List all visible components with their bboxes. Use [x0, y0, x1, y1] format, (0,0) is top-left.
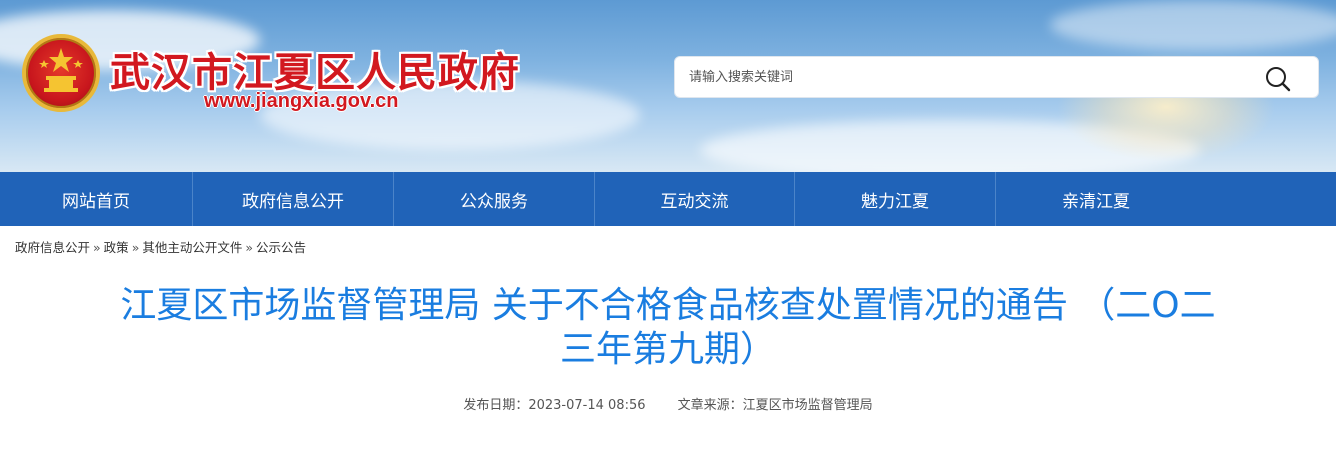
main-nav: 网站首页 政府信息公开 公众服务 互动交流 魅力江夏 亲清江夏	[0, 172, 1336, 226]
search-box	[674, 56, 1319, 98]
nav-item-gov-info[interactable]: 政府信息公开	[193, 172, 394, 226]
nav-item-interaction[interactable]: 互动交流	[595, 172, 795, 226]
breadcrumb-item-announcements[interactable]: 公示公告	[256, 240, 306, 255]
breadcrumb-separator: »	[131, 240, 140, 255]
nav-item-public-service[interactable]: 公众服务	[394, 172, 595, 226]
article-source: 文章来源：江夏区市场监督管理局	[677, 398, 873, 413]
nav-item-home[interactable]: 网站首页	[0, 172, 193, 226]
article-meta: 发布日期：2023-07-14 08:56 文章来源：江夏区市场监督管理局	[0, 394, 1336, 413]
search-input[interactable]	[689, 57, 1249, 97]
nav-item-qinqing-jiangxia[interactable]: 亲清江夏	[996, 172, 1196, 226]
nav-item-charm-jiangxia[interactable]: 魅力江夏	[795, 172, 996, 226]
national-emblem-icon	[22, 34, 100, 112]
publish-date: 发布日期：2023-07-14 08:56	[463, 398, 646, 413]
site-url[interactable]: www.jiangxia.gov.cn	[204, 90, 398, 113]
article-title: 江夏区市场监督管理局 关于不合格食品核查处置情况的通告 （二O二 三年第九期）	[0, 266, 1336, 372]
breadcrumb: 政府信息公开» 政策» 其他主动公开文件» 公示公告	[0, 226, 1336, 266]
breadcrumb-item-gov-info[interactable]: 政府信息公开	[15, 240, 90, 255]
breadcrumb-separator: »	[93, 240, 101, 255]
cloud-decoration	[1050, 0, 1336, 50]
search-icon[interactable]	[1264, 65, 1292, 93]
breadcrumb-item-other-files[interactable]: 其他主动公开文件	[142, 240, 242, 255]
header-banner: 武汉市江夏区人民政府 www.jiangxia.gov.cn	[0, 0, 1336, 172]
article-title-line: 三年第九期）	[559, 329, 776, 370]
article-title-line: 江夏区市场监督管理局 关于不合格食品核查处置情况的通告 （二O二	[120, 285, 1216, 326]
breadcrumb-item-policy[interactable]: 政策	[104, 240, 129, 255]
breadcrumb-separator: »	[245, 240, 254, 255]
